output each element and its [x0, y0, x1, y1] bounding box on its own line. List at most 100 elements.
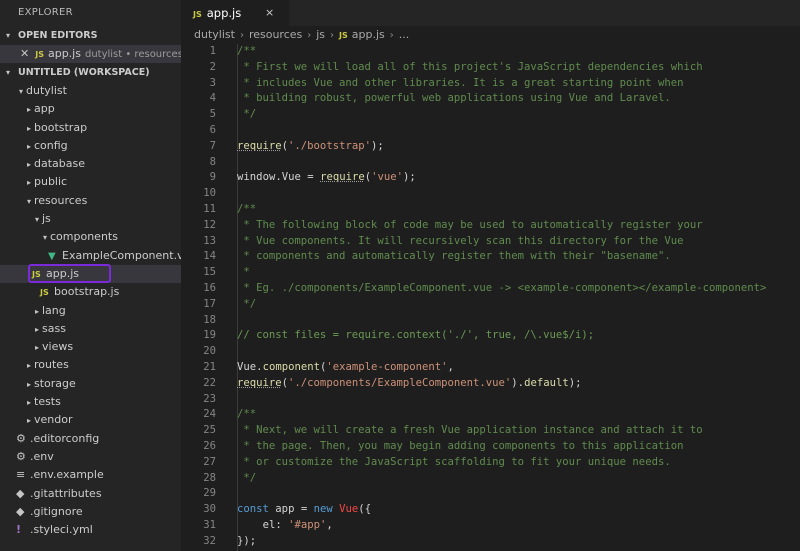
yaml-file-icon: ! [16, 523, 22, 537]
tree-item-storage[interactable]: ▸ storage [0, 375, 181, 393]
code-line[interactable]: 16 * Eg. ./components/ExampleComponent.v… [181, 281, 800, 297]
code-line[interactable]: 3 * includes Vue and other libraries. It… [181, 76, 800, 92]
chevron-right-icon: ▸ [26, 178, 31, 188]
chevron-right-icon: ▸ [26, 379, 31, 389]
tree-item-dutylist[interactable]: ▾ dutylist [0, 82, 181, 100]
code-line[interactable]: 22 require('./components/ExampleComponent… [181, 376, 800, 392]
code-line[interactable]: 7 require('./bootstrap'); [181, 139, 800, 155]
tree-item-tests[interactable]: ▸ tests [0, 393, 181, 411]
line-number: 28 [203, 471, 216, 484]
code-line[interactable]: 13 * Vue components. It will recursively… [181, 234, 800, 250]
code-line[interactable]: 12 * The following block of code may be … [181, 218, 800, 234]
explorer-title: EXPLORER [18, 7, 73, 18]
code-line[interactable]: 27 * or customize the JavaScript scaffol… [181, 455, 800, 471]
code-editor[interactable]: 1 /** 2 * First we will load all of this p… [181, 44, 800, 551]
gear-icon: ⚙ [16, 449, 26, 463]
code-line[interactable]: 28 */ [181, 471, 800, 487]
chevron-right-icon: ▸ [34, 324, 39, 334]
line-number: 22 [203, 376, 216, 389]
breadcrumb-item[interactable]: resources [249, 28, 302, 41]
tree-item-label: config [34, 138, 68, 152]
code-line[interactable]: 32}); [181, 534, 800, 550]
code-text: /** [237, 202, 257, 215]
tree-item-gitattributes[interactable]: ◆ .gitattributes [0, 485, 181, 503]
tree-item-env-example[interactable]: ≡ .env.example [0, 466, 181, 484]
tree-item-routes[interactable]: ▸ routes [0, 356, 181, 374]
tab-app-js[interactable]: JS app.js × [181, 0, 289, 26]
code-line[interactable]: 15 * [181, 265, 800, 281]
code-line[interactable]: 5 */ [181, 107, 800, 123]
code-line[interactable]: 26 * the page. Then, you may begin addin… [181, 439, 800, 455]
tree-item-label: js [42, 212, 51, 226]
js-file-icon: JS [32, 269, 41, 279]
code-line[interactable]: 18 [181, 313, 800, 329]
file-tree: ▾ dutylist ▸ app ▸ bootstrap ▸ config ▸ database ▸… [0, 82, 181, 539]
chevron-right-icon: ▸ [26, 141, 31, 151]
code-line[interactable]: 25 * Next, we will create a fresh Vue ap… [181, 423, 800, 439]
code-line[interactable]: 21 Vue.component('example-component', [181, 360, 800, 376]
code-line[interactable]: 11 /** [181, 202, 800, 218]
line-number: 4 [209, 92, 216, 105]
code-line[interactable]: 31 el: '#app', [181, 518, 800, 534]
code-line[interactable]: 14 * components and automatically regist… [181, 249, 800, 265]
tree-item-resources[interactable]: ▾ resources [0, 192, 181, 210]
line-number: 20 [203, 345, 216, 358]
js-file-icon: JS [339, 31, 348, 40]
code-text: * First we will load all of this project… [237, 60, 703, 73]
code-text: */ [237, 108, 257, 121]
code-text: * Eg. ./components/ExampleComponent.vue … [237, 281, 767, 294]
code-line[interactable]: 19 // const files = require.context('./',… [181, 328, 800, 344]
tree-item-gitignore[interactable]: ◆ .gitignore [0, 503, 181, 521]
line-number: 21 [203, 360, 216, 373]
tree-item-views[interactable]: ▸ views [0, 338, 181, 356]
code-line[interactable]: 6 [181, 123, 800, 139]
code-line[interactable]: 2 * First we will load all of this proje… [181, 60, 800, 76]
tree-item-app-js[interactable]: JS app.js [0, 263, 181, 284]
code-line[interactable]: 29 [181, 486, 800, 502]
close-icon[interactable]: × [265, 0, 274, 26]
code-line[interactable]: 23 [181, 392, 800, 408]
tree-item-label: bootstrap.js [54, 285, 120, 299]
tree-item-config[interactable]: ▸ config [0, 137, 181, 155]
tree-item-lang[interactable]: ▸ lang [0, 302, 181, 320]
tree-item-vendor[interactable]: ▸ vendor [0, 411, 181, 429]
tree-item-components[interactable]: ▾ components [0, 228, 181, 246]
tree-item-label: .gitattributes [30, 486, 102, 500]
code-line[interactable]: 1 /** [181, 44, 800, 60]
tree-item-js[interactable]: ▾ js [0, 210, 181, 228]
tree-item-sass[interactable]: ▸ sass [0, 320, 181, 338]
code-line[interactable]: 20 [181, 344, 800, 360]
code-line[interactable]: 30 const app = new Vue({ [181, 502, 800, 518]
code-line[interactable]: 8 [181, 155, 800, 171]
line-number: 25 [203, 424, 216, 437]
tree-item-bootstrap[interactable]: ▸ bootstrap [0, 119, 181, 137]
tree-item-env[interactable]: ⚙ .env [0, 448, 181, 466]
tree-item-bootstrap-js[interactable]: JS bootstrap.js [0, 283, 181, 301]
code-line[interactable]: 24 /** [181, 407, 800, 423]
code-line[interactable]: 17 */ [181, 297, 800, 313]
close-icon[interactable]: ✕ [20, 47, 29, 60]
tree-item-editorconfig[interactable]: ⚙ .editorconfig [0, 430, 181, 448]
tree-item-app[interactable]: ▸ app [0, 100, 181, 118]
code-text: * [237, 266, 250, 279]
code-line[interactable]: 4 * building robust, powerful web applic… [181, 91, 800, 107]
tree-item-label: views [42, 340, 74, 354]
code-text: * The following block of code may be use… [237, 218, 703, 231]
tree-item-styleci-yml[interactable]: ! .styleci.yml [0, 521, 181, 539]
tree-item-label: bootstrap [34, 120, 88, 134]
tree-item-examplecomponent-vue[interactable]: ▼ExampleComponent.vue [0, 247, 181, 265]
breadcrumb-item[interactable]: dutylist [194, 28, 235, 41]
open-editor-item[interactable]: ✕JSapp.jsdutylist • resources\js [0, 45, 181, 63]
code-line[interactable]: 9 window.Vue = require('vue'); [181, 170, 800, 186]
breadcrumb-item[interactable]: js [316, 28, 325, 41]
tree-item-database[interactable]: ▸ database [0, 155, 181, 173]
code-line[interactable]: 10 [181, 186, 800, 202]
tree-item-label: lang [42, 303, 66, 317]
chevron-right-icon: › [330, 30, 335, 41]
tree-item-public[interactable]: ▸ public [0, 173, 181, 191]
breadcrumb-item[interactable]: app.js [352, 28, 385, 41]
breadcrumb-item[interactable]: ... [399, 28, 410, 41]
open-editors-header[interactable]: ▾ OPEN EDITORS [0, 26, 181, 45]
tree-item-label: vendor [34, 413, 73, 427]
workspace-header[interactable]: ▾ UNTITLED (WORKSPACE) [0, 63, 181, 82]
